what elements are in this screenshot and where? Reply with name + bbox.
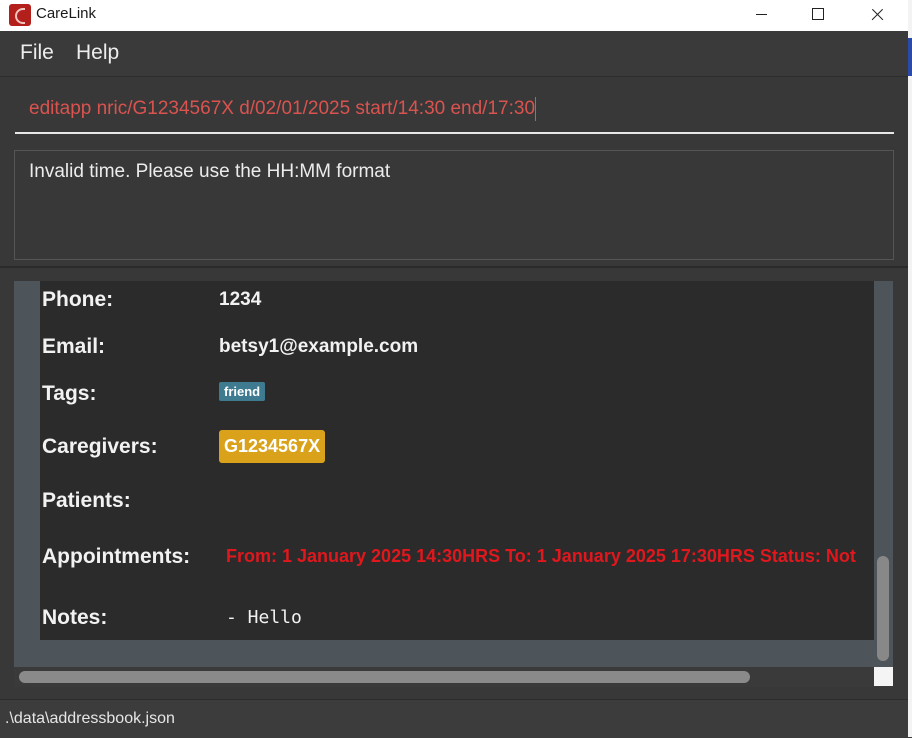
desktop-background — [908, 0, 912, 737]
save-file-path: .\data\addressbook.json — [5, 710, 175, 727]
caregiver-badge: G1234567X — [219, 430, 326, 463]
notes-value: - Hello — [226, 607, 302, 628]
command-box: editapp nric/G1234567X d/02/01/2025 star… — [0, 77, 908, 145]
app-logo-icon — [9, 4, 31, 26]
menu-file[interactable]: File — [20, 41, 54, 65]
background-window-edge — [908, 38, 912, 76]
appointments-label: Appointments: — [42, 545, 191, 568]
scrollbar-corner — [874, 667, 893, 686]
menu-bar: File Help — [0, 31, 908, 77]
section-divider — [0, 266, 908, 268]
carelink-window: CareLink File Help editapp nric/G1234567… — [0, 0, 908, 738]
command-text: editapp nric/G1234567X d/02/01/2025 star… — [29, 98, 536, 120]
caregivers-label: Caregivers: — [42, 435, 158, 458]
maximize-button[interactable] — [795, 0, 841, 31]
command-underline — [15, 132, 894, 134]
result-display: Invalid time. Please use the HH:MM forma… — [14, 150, 894, 260]
menu-help[interactable]: Help — [76, 41, 119, 65]
tags-label: Tags: — [42, 382, 97, 405]
phone-value: 1234 — [219, 289, 262, 310]
person-detail-panel: Phone: 1234 Email: betsy1@example.com Ta… — [14, 281, 893, 667]
person-detail-card: Phone: 1234 Email: betsy1@example.com Ta… — [40, 281, 874, 640]
close-button[interactable] — [853, 0, 899, 31]
appointment-entry: From: 1 January 2025 14:30HRS To: 1 Janu… — [226, 546, 856, 566]
minimize-button[interactable] — [738, 0, 784, 31]
title-bar: CareLink — [0, 0, 908, 31]
tag-badge: friend — [219, 382, 266, 401]
window-title: CareLink — [36, 5, 97, 22]
patients-label: Patients: — [42, 489, 131, 512]
vertical-scrollbar-thumb[interactable] — [877, 556, 889, 661]
result-message: Invalid time. Please use the HH:MM forma… — [29, 161, 391, 182]
email-value: betsy1@example.com — [219, 336, 419, 357]
notes-label: Notes: — [42, 606, 108, 629]
email-label: Email: — [42, 335, 106, 358]
command-input[interactable]: editapp nric/G1234567X d/02/01/2025 star… — [29, 97, 889, 121]
phone-label: Phone: — [42, 288, 114, 311]
text-caret — [535, 97, 537, 121]
status-bar: .\data\addressbook.json — [0, 699, 908, 738]
horizontal-scrollbar-thumb[interactable] — [19, 671, 750, 683]
